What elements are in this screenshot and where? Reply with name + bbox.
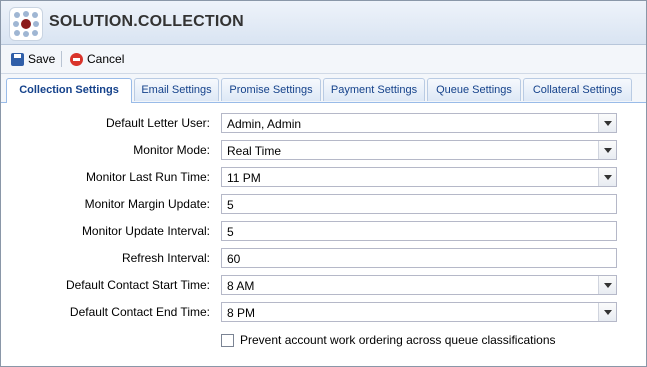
chevron-down-icon[interactable] (598, 168, 616, 186)
monitor-margin-update-row: Monitor Margin Update: 5 (1, 194, 646, 216)
title-bar: SOLUTION.COLLECTION (1, 1, 646, 45)
prevent-ordering-label: Prevent account work ordering across que… (240, 333, 556, 347)
default-contact-start-time-label: Default Contact Start Time: (65, 278, 210, 292)
default-contact-start-time-select[interactable]: 8 AM (221, 275, 617, 295)
refresh-interval-label: Refresh Interval: (121, 251, 210, 265)
default-contact-end-time-value: 8 PM (227, 306, 256, 320)
default-contact-end-time-row: Default Contact End Time: 8 PM (1, 302, 646, 324)
save-button[interactable]: Save (11, 51, 55, 67)
app-logo-icon (9, 7, 43, 41)
monitor-update-interval-row: Monitor Update Interval: 5 (1, 221, 646, 243)
monitor-last-run-time-select[interactable]: 11 PM (221, 167, 617, 187)
default-letter-user-select[interactable]: Admin, Admin (221, 113, 617, 133)
save-button-label: Save (28, 52, 56, 66)
monitor-mode-row: Monitor Mode: Real Time (1, 140, 646, 162)
refresh-interval-input[interactable]: 60 (221, 248, 617, 268)
default-letter-user-row: Default Letter User: Admin, Admin (1, 113, 646, 135)
tab-queue-settings[interactable]: Queue Settings (427, 78, 521, 101)
monitor-margin-update-input[interactable]: 5 (221, 194, 617, 214)
default-letter-user-value: Admin, Admin (227, 117, 302, 131)
monitor-last-run-time-row: Monitor Last Run Time: 11 PM (1, 167, 646, 189)
chevron-down-icon[interactable] (598, 276, 616, 294)
app-title: SOLUTION.COLLECTION (49, 13, 244, 30)
tab-payment-settings[interactable]: Payment Settings (323, 78, 425, 101)
tab-collection-settings[interactable]: Collection Settings (6, 78, 132, 103)
cancel-icon (70, 52, 83, 66)
collection-settings-form: Default Letter User: Admin, Admin Monito… (1, 103, 646, 366)
default-letter-user-label: Default Letter User: (105, 116, 210, 130)
tab-collateral-settings[interactable]: Collateral Settings (523, 78, 632, 101)
monitor-update-interval-input[interactable]: 5 (221, 221, 617, 241)
tab-promise-settings[interactable]: Promise Settings (221, 78, 321, 101)
cancel-button[interactable]: Cancel (70, 51, 124, 67)
monitor-update-interval-label: Monitor Update Interval: (81, 224, 210, 238)
app-window: SOLUTION.COLLECTION Save Cancel Collecti… (0, 0, 647, 367)
chevron-down-icon[interactable] (598, 303, 616, 321)
default-contact-start-time-value: 8 AM (227, 279, 255, 293)
prevent-ordering-row: Prevent account work ordering across que… (221, 332, 556, 348)
monitor-last-run-time-label: Monitor Last Run Time: (85, 170, 210, 184)
cancel-button-label: Cancel (87, 52, 125, 66)
tab-email-settings[interactable]: Email Settings (134, 78, 219, 101)
refresh-interval-row: Refresh Interval: 60 (1, 248, 646, 270)
chevron-down-icon[interactable] (598, 114, 616, 132)
prevent-ordering-checkbox[interactable] (221, 333, 234, 347)
monitor-margin-update-label: Monitor Margin Update: (84, 197, 210, 211)
monitor-mode-label: Monitor Mode: (133, 143, 210, 157)
default-contact-end-time-label: Default Contact End Time: (69, 305, 210, 319)
chevron-down-icon[interactable] (598, 141, 616, 159)
settings-tab-strip: Collection Settings Email Settings Promi… (1, 74, 646, 103)
toolbar-separator (61, 51, 62, 67)
monitor-mode-select[interactable]: Real Time (221, 140, 617, 160)
toolbar: Save Cancel (1, 45, 646, 74)
default-contact-start-time-row: Default Contact Start Time: 8 AM (1, 275, 646, 297)
monitor-mode-value: Real Time (227, 144, 282, 158)
save-icon (11, 52, 24, 66)
default-contact-end-time-select[interactable]: 8 PM (221, 302, 617, 322)
monitor-last-run-time-value: 11 PM (227, 171, 261, 185)
